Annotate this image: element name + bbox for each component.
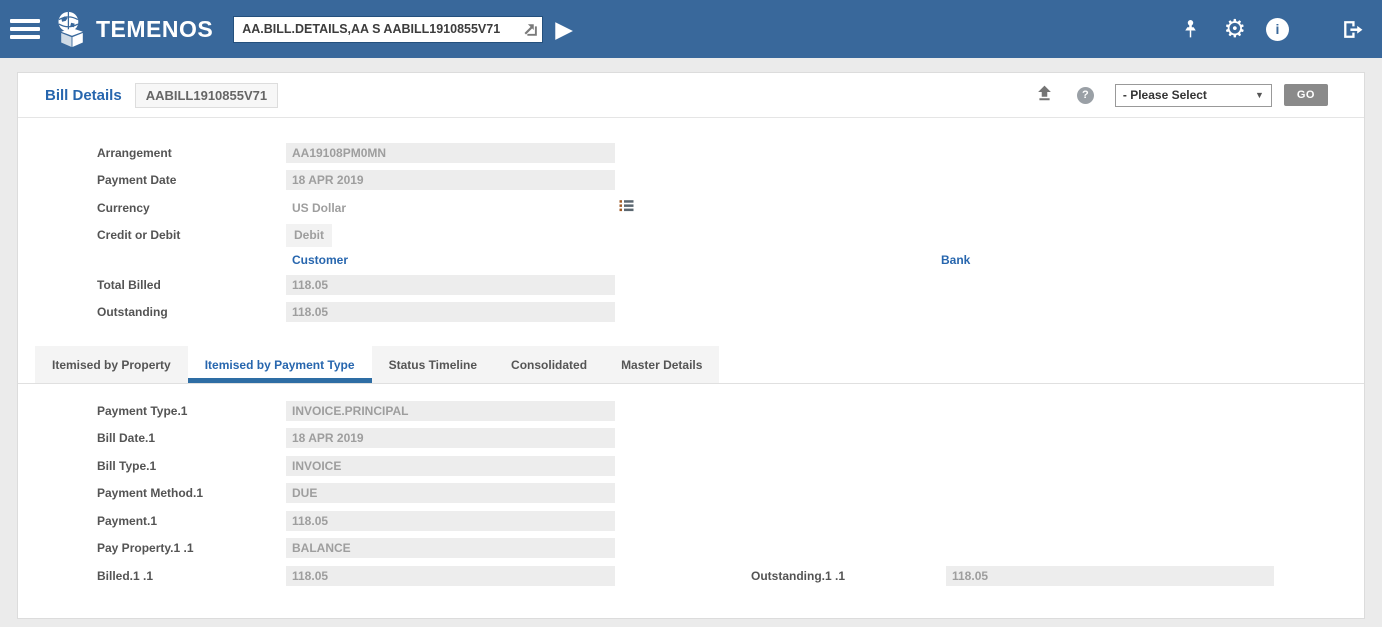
field-row-payment-date: Payment Date 18 APR 2019 [18, 167, 1364, 195]
field-row-payment-1: Payment.1 118.05 [18, 507, 1364, 535]
payment-method-1-field[interactable]: DUE [286, 483, 615, 504]
field-row-payment-type-1: Payment Type.1 INVOICE.PRINCIPAL [18, 397, 1364, 425]
upload-icon[interactable] [1036, 84, 1053, 106]
outstanding-label: Outstanding [97, 305, 168, 320]
billed-1-1-field[interactable]: 118.05 [286, 565, 615, 586]
payment-type-1-label: Payment Type.1 [97, 403, 188, 418]
bill-details-panel: Bill Details AABILL1910855V71 ? - Please… [17, 72, 1365, 619]
field-row-links: Customer Bank [18, 249, 1364, 271]
tab-master-details[interactable]: Master Details [604, 346, 720, 383]
field-row-arrangement: Arrangement AA19108PM0MN [18, 139, 1364, 167]
bill-date-1-field[interactable]: 18 APR 2019 [286, 428, 615, 449]
pin-icon[interactable] [1181, 19, 1200, 40]
help-icon[interactable]: ? [1076, 86, 1094, 104]
total-billed-label: Total Billed [97, 277, 161, 292]
pay-property-1-1-field[interactable]: BALANCE [286, 538, 615, 559]
field-row-bill-date-1: Bill Date.1 18 APR 2019 [18, 425, 1364, 453]
top-navbar: TEMENOS ▶ ⚙ i [0, 0, 1382, 58]
chevron-down-icon: ▼ [1254, 90, 1264, 100]
field-row-payment-method-1: Payment Method.1 DUE [18, 480, 1364, 508]
info-glyph: i [1266, 17, 1289, 41]
currency-label: Currency [97, 200, 150, 215]
payment-date-field[interactable]: 18 APR 2019 [286, 170, 615, 191]
tab-divider [18, 383, 1364, 384]
bill-summary-form: Arrangement AA19108PM0MN Payment Date 18… [18, 139, 1364, 326]
temenos-globe-cube-icon [58, 11, 83, 47]
field-row-billed-1-1: Billed.1 .1 118.05 Outstanding.1 .1 118.… [18, 562, 1364, 590]
field-row-credit-or-debit: Credit or Debit Debit [18, 222, 1364, 250]
command-bar [233, 15, 544, 43]
tab-itemised-by-property[interactable]: Itemised by Property [35, 346, 188, 383]
customer-link[interactable]: Customer [286, 253, 348, 267]
sign-out-icon[interactable] [1341, 19, 1364, 40]
page-title: Bill Details [45, 86, 122, 104]
payment-type-1-field[interactable]: INVOICE.PRINCIPAL [286, 400, 615, 421]
outstanding-1-1-label: Outstanding.1 .1 [751, 568, 846, 583]
billed-1-1-label: Billed.1 .1 [97, 568, 154, 583]
field-row-bill-type-1: Bill Type.1 INVOICE [18, 452, 1364, 480]
action-select-value: - Please Select [1122, 88, 1207, 102]
currency-value: US Dollar [292, 200, 347, 215]
tab-consolidated[interactable]: Consolidated [494, 346, 605, 383]
field-row-pay-property-1-1: Pay Property.1 .1 BALANCE [18, 535, 1364, 563]
payment-date-label: Payment Date [97, 173, 177, 188]
launch-icon[interactable] [521, 21, 538, 38]
field-row-currency: Currency US Dollar [18, 194, 1364, 222]
field-row-total-billed: Total Billed 118.05 [18, 271, 1364, 299]
credit-or-debit-label: Credit or Debit [97, 228, 181, 243]
payment-1-field[interactable]: 118.05 [286, 510, 615, 531]
screen: TEMENOS ▶ ⚙ i [0, 0, 1382, 627]
go-button[interactable]: GO [1283, 84, 1328, 106]
menu-icon[interactable] [10, 15, 40, 43]
arrangement-field[interactable]: AA19108PM0MN [286, 142, 615, 163]
tab-bar: Itemised by Property Itemised by Payment… [35, 346, 720, 383]
payment-method-1-label: Payment Method.1 [97, 486, 204, 501]
total-billed-field[interactable]: 118.05 [286, 274, 615, 295]
bill-date-1-label: Bill Date.1 [97, 431, 156, 446]
pay-property-1-1-label: Pay Property.1 .1 [97, 541, 194, 556]
info-icon[interactable]: i [1266, 17, 1289, 41]
command-input[interactable] [233, 15, 544, 43]
credit-or-debit-chip: Debit [286, 223, 332, 247]
tab-status-timeline[interactable]: Status Timeline [371, 346, 495, 383]
bill-type-1-label: Bill Type.1 [97, 458, 157, 473]
bill-id-badge: AABILL1910855V71 [134, 82, 279, 108]
run-command-icon[interactable]: ▶ [555, 17, 573, 41]
payment-1-label: Payment.1 [97, 513, 158, 528]
bill-type-1-field[interactable]: INVOICE [286, 455, 615, 476]
itemised-by-payment-type-form: Payment Type.1 INVOICE.PRINCIPAL Bill Da… [18, 397, 1364, 590]
action-select[interactable]: - Please Select ▼ [1114, 83, 1272, 107]
tab-itemised-by-payment-type[interactable]: Itemised by Payment Type [187, 346, 372, 383]
bank-link[interactable]: Bank [941, 253, 970, 267]
panel-header: Bill Details AABILL1910855V71 ? - Please… [18, 73, 1364, 118]
settings-gear-icon[interactable]: ⚙ [1224, 16, 1246, 42]
outstanding-1-1-field[interactable]: 118.05 [946, 565, 1274, 586]
temenos-logo: TEMENOS [54, 10, 213, 48]
outstanding-field[interactable]: 118.05 [286, 302, 615, 323]
arrangement-label: Arrangement [97, 145, 172, 160]
field-row-outstanding: Outstanding 118.05 [18, 299, 1364, 327]
currency-lookup-list-icon[interactable] [619, 198, 634, 218]
brand-text: TEMENOS [96, 15, 214, 42]
